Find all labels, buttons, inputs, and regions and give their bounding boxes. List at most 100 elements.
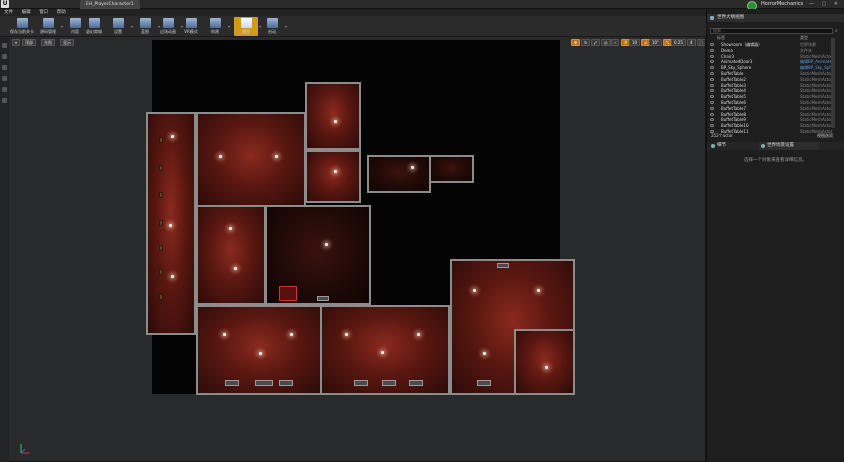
point-light[interactable] <box>537 289 540 292</box>
world-outliner-tab[interactable]: 世界大纲视图 <box>707 14 844 22</box>
chair-prop[interactable] <box>159 220 163 226</box>
visibility-eye-icon[interactable] <box>710 124 714 128</box>
point-light[interactable] <box>334 120 337 123</box>
visibility-eye-icon[interactable] <box>710 66 714 70</box>
blueprint-button[interactable]: 蓝图 ▾ <box>133 17 160 36</box>
point-light[interactable] <box>171 135 174 138</box>
point-light[interactable] <box>171 275 174 278</box>
mode-foliage-icon[interactable] <box>2 76 7 81</box>
buffet-table[interactable] <box>255 380 273 386</box>
red-cube-actor[interactable] <box>279 286 297 301</box>
outliner-scrollbar[interactable] <box>831 38 835 128</box>
point-light[interactable] <box>219 155 222 158</box>
menu-window[interactable]: 窗口 <box>39 10 48 15</box>
buffet-table[interactable] <box>497 263 509 268</box>
chair-prop[interactable] <box>159 269 163 275</box>
source-control-button[interactable]: 源码管理 ▾ <box>36 17 63 36</box>
viewport-lit-button[interactable]: 光照 <box>41 39 55 46</box>
chair-prop[interactable] <box>159 137 163 143</box>
viewport-top-button[interactable]: 顶部 <box>22 39 36 46</box>
rotation-snap-value[interactable]: 10° <box>649 39 663 46</box>
marketplace-button[interactable]: 虚幻商城 <box>82 17 106 36</box>
column-type[interactable]: 类型 <box>800 35 808 41</box>
chair-prop[interactable] <box>159 165 163 171</box>
menu-edit[interactable]: 编辑 <box>22 10 31 15</box>
buffet-table[interactable] <box>317 296 329 301</box>
world-local-icon[interactable]: ◎ <box>601 39 611 46</box>
play-button[interactable]: 播放 ▾ <box>234 17 261 36</box>
visibility-eye-icon[interactable] <box>710 95 714 99</box>
point-light[interactable] <box>473 289 476 292</box>
camera-speed-value[interactable]: 4 <box>687 39 696 46</box>
visibility-eye-icon[interactable] <box>710 89 714 93</box>
window-controls[interactable]: — ▢ ✕ <box>809 1 841 7</box>
point-light[interactable] <box>417 333 420 336</box>
point-light[interactable] <box>411 166 414 169</box>
visibility-eye-icon[interactable] <box>710 43 714 46</box>
surface-snap-icon[interactable]: ⌁ <box>611 39 620 46</box>
visibility-eye-icon[interactable] <box>710 71 714 75</box>
search-icon[interactable]: ⌕ <box>835 28 841 34</box>
buffet-table[interactable] <box>279 380 293 386</box>
rotate-icon[interactable]: ↻ <box>581 39 591 46</box>
point-light[interactable] <box>259 352 262 355</box>
view-options-button[interactable]: 视图选项 <box>817 133 833 139</box>
mode-geometry-icon[interactable] <box>2 87 7 92</box>
buffet-table[interactable] <box>477 380 491 386</box>
mode-landscape-icon[interactable] <box>2 65 7 70</box>
chair-prop[interactable] <box>159 245 163 251</box>
point-light[interactable] <box>345 333 348 336</box>
chair-prop[interactable] <box>159 294 163 300</box>
launch-button[interactable]: 启动 ▾ <box>260 17 287 36</box>
buffet-table[interactable] <box>382 380 396 386</box>
point-light[interactable] <box>334 170 337 173</box>
menu-help[interactable]: 帮助 <box>57 10 66 15</box>
viewport-show-button[interactable]: 显示 <box>60 39 74 46</box>
visibility-eye-icon[interactable] <box>710 100 714 104</box>
buffet-table[interactable] <box>354 380 368 386</box>
tab-world-settings[interactable]: 世界场景设置 <box>759 142 819 150</box>
visibility-eye-icon[interactable] <box>710 77 714 81</box>
visibility-eye-icon[interactable] <box>710 54 714 58</box>
point-light[interactable] <box>223 333 226 336</box>
visibility-eye-icon[interactable] <box>710 83 714 87</box>
outliner-search-input[interactable]: 搜索... <box>710 28 833 34</box>
chair-prop[interactable] <box>159 192 163 198</box>
point-light[interactable] <box>483 352 486 355</box>
menu-file[interactable]: 文件 <box>4 10 13 15</box>
mode-place-icon[interactable] <box>2 43 7 48</box>
tab-details[interactable]: 细节 <box>709 142 757 150</box>
point-light[interactable] <box>169 224 172 227</box>
save-button[interactable]: 保存当前关卡 <box>10 17 34 36</box>
build-button[interactable]: 构建 ▾ <box>203 17 230 36</box>
point-light[interactable] <box>290 333 293 336</box>
point-light[interactable] <box>275 155 278 158</box>
visibility-eye-icon[interactable] <box>710 106 714 110</box>
translate-icon[interactable]: ✥ <box>571 39 581 46</box>
point-light[interactable] <box>325 243 328 246</box>
buffet-table[interactable] <box>409 380 423 386</box>
maximize-icon[interactable]: ⛶ <box>697 39 705 46</box>
visibility-eye-icon[interactable] <box>710 48 714 52</box>
settings-button[interactable]: 设置 ▾ <box>106 17 133 36</box>
mode-paint-icon[interactable] <box>2 54 7 59</box>
grid-snap-value[interactable]: 10 <box>629 39 641 46</box>
scale-snap-value[interactable]: 0.25 <box>671 39 686 46</box>
details-tabs: 细节 世界场景设置 <box>707 142 844 150</box>
visibility-eye-icon[interactable] <box>710 112 714 116</box>
point-light[interactable] <box>229 227 232 230</box>
point-light[interactable] <box>545 366 548 369</box>
level-viewport[interactable]: ▾ 顶部 光照 显示 ✥ ↻ ⤢ ◎ ⌁ # 10 ∠ 10° ⤡ 0.25 4… <box>9 37 705 461</box>
buffet-table[interactable] <box>225 380 239 386</box>
vr-mode-button[interactable]: VR模式 <box>179 17 203 36</box>
visibility-eye-icon[interactable] <box>710 60 714 64</box>
scale-icon[interactable]: ⤢ <box>591 39 601 46</box>
mode-extra-icon[interactable] <box>2 98 7 103</box>
visibility-eye-icon[interactable] <box>710 118 714 122</box>
point-light[interactable] <box>234 267 237 270</box>
cinematics-button[interactable]: 过场动画 ▾ <box>156 17 183 36</box>
column-label[interactable]: 标签 <box>717 35 725 41</box>
document-tab[interactable]: EH_PlayerCharacter1 <box>80 0 140 9</box>
viewport-menu-icon[interactable]: ▾ <box>12 39 21 46</box>
point-light[interactable] <box>381 351 384 354</box>
